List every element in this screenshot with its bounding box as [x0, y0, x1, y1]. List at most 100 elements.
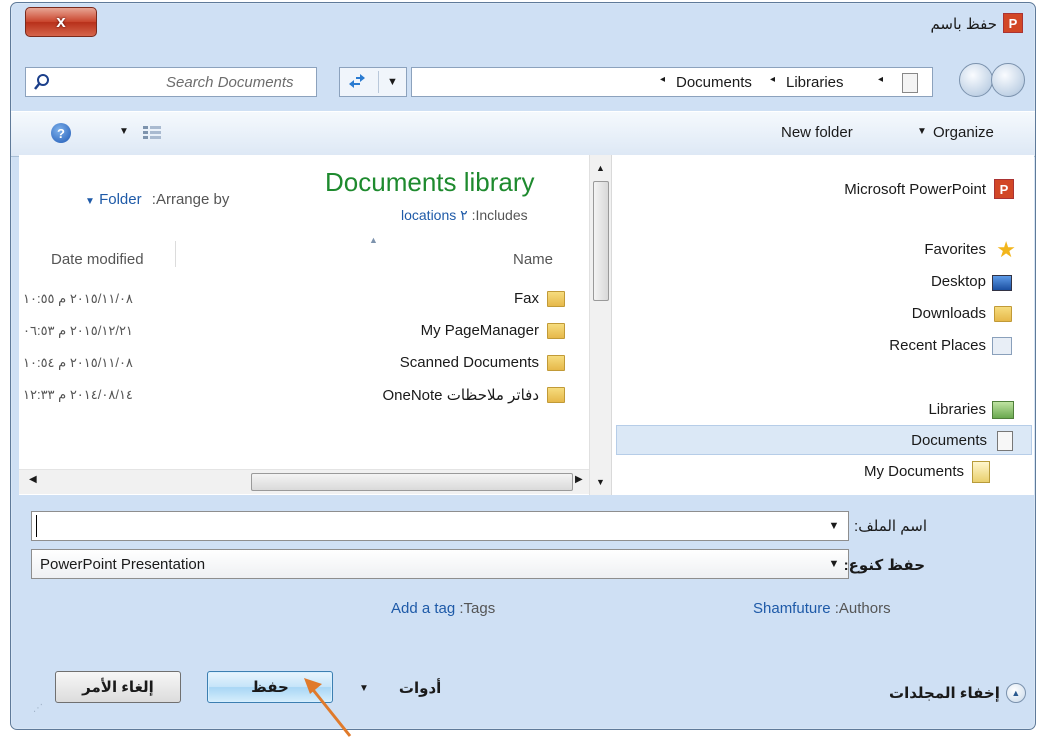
filename-label: اسم الملف: — [854, 518, 927, 535]
downloads-folder-icon — [994, 306, 1012, 322]
breadcrumb-documents[interactable]: Documents — [676, 74, 752, 91]
window-title: حفظ باسم — [930, 16, 997, 33]
nav-item-downloads[interactable]: Downloads — [912, 305, 986, 322]
breadcrumb-libraries[interactable]: Libraries — [786, 74, 844, 91]
file-name: My PageManager — [420, 322, 539, 339]
horizontal-scroll-thumb[interactable] — [251, 473, 573, 491]
new-folder-button[interactable]: New folder — [781, 124, 853, 141]
tools-label: أدوات — [398, 680, 442, 697]
file-date: ٢٠١٥/١١/٠٨ م ١٠:٥٤ — [23, 355, 133, 370]
hide-folders-label: إخفاء المجلدات — [889, 685, 1000, 702]
vertical-scroll-thumb[interactable] — [593, 181, 609, 301]
nav-item-documents[interactable]: Documents — [616, 425, 1032, 455]
file-row[interactable]: ٢٠١٥/١٢/٢١ م ٠٦:٥٣ My PageManager — [19, 317, 589, 345]
arrange-by-folder-link[interactable]: Folder — [99, 191, 142, 208]
includes-label: :Includes — [471, 207, 528, 223]
folder-icon — [547, 355, 565, 371]
file-name: OneNote دفاتر ملاحظات — [382, 387, 539, 404]
chevron-up-icon: ▲ — [1005, 683, 1026, 703]
help-icon[interactable]: ? — [51, 123, 71, 143]
search-box[interactable]: Search Documents — [25, 67, 317, 97]
refresh-icon — [349, 74, 365, 88]
breadcrumb-separator: ◂ — [878, 74, 884, 85]
powerpoint-icon: P — [1003, 13, 1023, 33]
organize-dropdown-icon: ▼ — [917, 126, 927, 137]
close-icon: x — [56, 12, 66, 31]
file-row[interactable]: ٢٠١٥/١١/٠٨ م ١٠:٥٥ Fax — [19, 285, 589, 313]
file-name: Scanned Documents — [399, 354, 539, 371]
close-button[interactable]: x — [25, 7, 97, 37]
sort-ascending-icon: ▲ — [369, 235, 378, 245]
organize-button[interactable]: Organize — [933, 124, 994, 141]
column-divider[interactable] — [175, 241, 176, 267]
nav-item-favorites[interactable]: Favorites — [924, 241, 986, 258]
save-as-dialog: x حفظ باسم P Search Documents ▼ ◂ Docume… — [10, 2, 1036, 730]
includes-locations-link[interactable]: locations ٢ — [401, 207, 468, 223]
my-documents-icon — [972, 461, 990, 483]
filename-dropdown-icon[interactable]: ▼ — [822, 512, 846, 540]
star-icon: ★ — [996, 237, 1016, 262]
scroll-right-icon[interactable]: ▶ — [575, 474, 583, 485]
nav-item-desktop[interactable]: Desktop — [931, 273, 986, 290]
desktop-icon — [992, 275, 1012, 291]
library-title: Documents library — [325, 167, 535, 197]
file-list-pane: Documents library locations ٢ :Includes … — [19, 155, 609, 495]
tags-label: :Tags — [459, 600, 496, 617]
tags-value[interactable]: Add a tag — [391, 600, 455, 617]
nav-item-recent-places[interactable]: Recent Places — [889, 337, 986, 354]
forward-button[interactable] — [991, 63, 1025, 97]
nav-item-libraries[interactable]: Libraries — [928, 401, 986, 418]
arrange-dropdown-icon[interactable]: ▼ — [85, 196, 95, 207]
filename-input[interactable]: ▼ — [31, 511, 849, 541]
view-list-icon[interactable] — [143, 125, 161, 141]
search-placeholder: Search Documents — [166, 74, 294, 91]
hide-folders-toggle[interactable]: ▲ إخفاء المجلدات — [889, 683, 1026, 703]
documents-icon — [997, 431, 1013, 451]
scroll-up-icon[interactable]: ▲ — [596, 163, 605, 173]
file-date: ٢٠١٤/٠٨/١٤ م ١٢:٣٣ — [23, 387, 133, 402]
save-as-type-select[interactable]: PowerPoint Presentation ▼ — [31, 549, 849, 579]
back-button[interactable] — [959, 63, 993, 97]
resize-grip-icon[interactable]: ⋰ — [33, 703, 43, 714]
nav-item-my-documents[interactable]: My Documents — [864, 463, 964, 480]
scroll-down-icon[interactable]: ▼ — [596, 477, 605, 487]
address-bar[interactable]: ◂ Documents ◂ Libraries ◂ — [411, 67, 933, 97]
column-name[interactable]: Name — [513, 251, 553, 268]
cancel-button[interactable]: إلغاء الأمر — [55, 671, 181, 703]
arrange-by-label: :Arrange by — [151, 191, 230, 208]
view-dropdown-icon[interactable]: ▼ — [119, 126, 129, 137]
search-icon — [34, 74, 49, 90]
dropdown-arrow-icon[interactable]: ▼ — [387, 76, 398, 88]
column-date-modified[interactable]: Date modified — [51, 251, 144, 268]
powerpoint-icon: P — [994, 179, 1014, 199]
folder-icon — [547, 291, 565, 307]
file-row[interactable]: ٢٠١٥/١١/٠٨ م ١٠:٥٤ Scanned Documents — [19, 349, 589, 377]
refresh-button[interactable]: ▼ — [339, 67, 407, 97]
scroll-left-icon[interactable]: ◀ — [29, 474, 37, 485]
navigation-pane: Microsoft PowerPoint P Favorites ★ Deskt… — [611, 155, 1034, 495]
authors-row: Shamfuture :Authors — [753, 600, 891, 617]
libraries-icon — [992, 401, 1014, 419]
file-date: ٢٠١٥/١٢/٢١ م ٠٦:٥٣ — [23, 323, 133, 338]
tools-menu[interactable]: ▼ أدوات — [359, 679, 441, 697]
folder-icon — [547, 387, 565, 403]
save-as-type-value: PowerPoint Presentation — [40, 556, 206, 573]
save-as-type-label: حفظ كنوع: — [843, 557, 925, 574]
includes-row: locations ٢ :Includes — [401, 207, 528, 224]
vertical-scrollbar[interactable]: ▲ ▼ — [589, 155, 612, 495]
authors-value[interactable]: Shamfuture — [753, 600, 831, 617]
file-date: ٢٠١٥/١١/٠٨ م ١٠:٥٥ — [23, 291, 133, 306]
horizontal-scrollbar[interactable]: ◀ ▶ — [19, 469, 591, 494]
file-row[interactable]: ٢٠١٤/٠٨/١٤ م ١٢:٣٣ OneNote دفاتر ملاحظات — [19, 381, 589, 409]
save-as-type-dropdown-icon[interactable]: ▼ — [822, 550, 846, 578]
pointer-arrow-annotation — [304, 678, 352, 737]
breadcrumb-separator: ◂ — [660, 74, 666, 85]
documents-location-icon — [902, 73, 918, 93]
recent-places-icon — [992, 337, 1012, 355]
nav-item-powerpoint[interactable]: Microsoft PowerPoint — [844, 181, 986, 198]
breadcrumb-separator: ◂ — [770, 74, 776, 85]
authors-label: :Authors — [834, 600, 891, 617]
nav-item-documents-label: Documents — [911, 432, 987, 449]
tags-row: Add a tag :Tags — [391, 600, 495, 617]
command-toolbar: ? ▼ New folder ▼ Organize — [11, 111, 1035, 157]
